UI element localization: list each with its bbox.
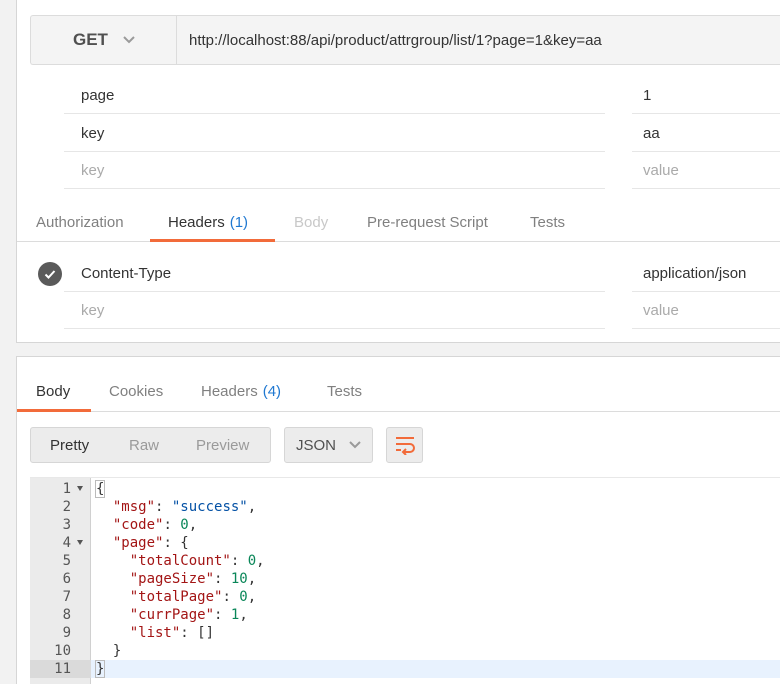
param-key[interactable]: key (64, 115, 605, 152)
code-text: } (112, 643, 122, 659)
code-line: 5 "totalCount": 0, (30, 552, 780, 570)
view-mode-toggle: Pretty Raw Preview (30, 427, 271, 463)
param-key[interactable]: page (64, 77, 605, 114)
json-value: 0 (247, 553, 257, 569)
param-row: page 1 (64, 77, 780, 115)
param-value[interactable]: aa (632, 115, 780, 152)
json-key: "page" (112, 535, 164, 551)
line-number: 6 (62, 571, 71, 587)
tab-headers[interactable]: Headers (1) (168, 202, 248, 242)
tab-body[interactable]: Body (294, 202, 328, 242)
header-row: Content-Type application/json (64, 255, 780, 293)
json-key: "totalCount" (129, 553, 231, 569)
response-tabs: Body Cookies Headers (4) Tests (17, 371, 780, 412)
json-value: [] (197, 625, 215, 641)
view-preview-button[interactable]: Preview (196, 428, 249, 462)
header-key[interactable]: Content-Type (64, 255, 605, 292)
line-number: 3 (62, 517, 71, 533)
tab-prerequest-script[interactable]: Pre-request Script (367, 202, 488, 242)
fold-arrow-icon[interactable] (77, 486, 83, 491)
json-value: { (180, 535, 189, 551)
header-key-placeholder[interactable]: key (64, 292, 605, 329)
code-text: { (94, 480, 106, 498)
code-line: 4 "page": { (30, 534, 780, 552)
method-select[interactable]: GET (31, 16, 177, 64)
url-input[interactable]: http://localhost:88/api/product/attrgrou… (189, 16, 602, 64)
tab-response-headers[interactable]: Headers (4) (201, 371, 281, 411)
request-panel: GET http://localhost:88/api/product/attr… (16, 0, 780, 343)
header-row-empty: key value (64, 292, 780, 330)
param-row-empty: key value (64, 152, 780, 190)
param-row: key aa (64, 115, 780, 153)
param-value-placeholder[interactable]: value (632, 152, 780, 189)
wrap-lines-icon (395, 437, 415, 455)
code-line: 7 "totalPage": 0, (30, 588, 780, 606)
json-key: "pageSize" (129, 571, 215, 587)
tab-headers-count: (1) (229, 213, 249, 231)
format-label: JSON (296, 436, 337, 454)
line-number: 2 (62, 499, 71, 515)
active-tab-indicator (150, 239, 275, 242)
tab-headers-label: Headers (168, 213, 225, 231)
code-line: 3 "code": 0, (30, 516, 780, 534)
wrap-lines-button[interactable] (386, 427, 423, 463)
json-key: "code" (112, 517, 164, 533)
format-select[interactable]: JSON (284, 427, 373, 463)
line-number: 8 (62, 607, 71, 623)
json-value: 0 (239, 589, 248, 605)
line-number: 9 (62, 625, 71, 641)
header-value-placeholder[interactable]: value (632, 292, 780, 329)
json-key: "msg" (112, 499, 156, 515)
json-key: "list" (129, 625, 181, 641)
response-panel: Body Cookies Headers (4) Tests Pretty Ra… (16, 356, 780, 684)
line-number: 7 (62, 589, 71, 605)
line-number: 11 (30, 660, 91, 678)
chevron-down-icon (123, 36, 135, 44)
json-value: 1 (230, 607, 240, 623)
code-line: 2 "msg": "success", (30, 498, 780, 516)
url-bar: GET http://localhost:88/api/product/attr… (30, 15, 780, 65)
param-value[interactable]: 1 (632, 77, 780, 114)
json-value: 0 (180, 517, 189, 533)
json-key: "currPage" (129, 607, 215, 623)
tab-response-tests[interactable]: Tests (327, 371, 362, 411)
param-key-placeholder[interactable]: key (64, 152, 605, 189)
view-raw-button[interactable]: Raw (129, 428, 159, 462)
tab-response-headers-count: (4) (262, 382, 282, 400)
json-key: "totalPage" (129, 589, 223, 605)
code-line: 9 "list": [] (30, 624, 780, 642)
tab-cookies[interactable]: Cookies (109, 371, 163, 411)
request-tabs: Authorization Headers (1) Body Pre-reque… (17, 202, 780, 242)
tab-response-body[interactable]: Body (36, 371, 70, 411)
line-number: 10 (54, 643, 71, 659)
method-label: GET (73, 30, 108, 49)
tab-response-headers-label: Headers (201, 382, 258, 400)
json-value: 10 (230, 571, 248, 587)
text-cursor (104, 661, 106, 677)
active-tab-indicator (17, 409, 91, 412)
chevron-down-icon (349, 441, 361, 449)
json-value: "success" (171, 499, 248, 515)
code-line: 6 "pageSize": 10, (30, 570, 780, 588)
tab-authorization[interactable]: Authorization (36, 202, 124, 242)
header-value[interactable]: application/json (632, 255, 780, 292)
line-number: 5 (62, 553, 71, 569)
code-text: } (94, 660, 106, 678)
code-line-current: 11 } (30, 660, 780, 678)
code-line: 10 } (30, 642, 780, 660)
tab-tests[interactable]: Tests (530, 202, 565, 242)
check-circle-icon[interactable] (38, 262, 62, 286)
response-code-editor[interactable]: 1 { 2 "msg": "success", 3 "code": 0, 4 "… (30, 477, 780, 684)
code-line: 1 { (30, 480, 780, 498)
code-line: 8 "currPage": 1, (30, 606, 780, 624)
view-pretty-button[interactable]: Pretty (50, 428, 89, 462)
fold-arrow-icon[interactable] (77, 540, 83, 545)
